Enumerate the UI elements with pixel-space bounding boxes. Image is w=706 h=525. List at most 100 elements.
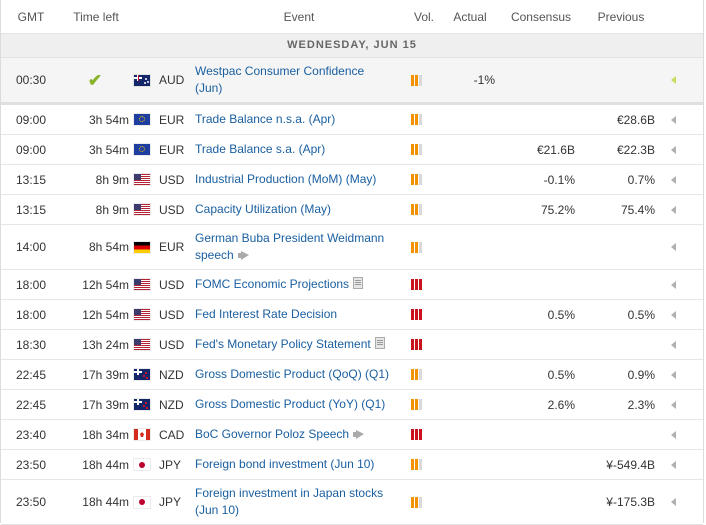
- table-row[interactable]: 23:50 18h 44m JPY Foreign investment in Jap…: [1, 480, 703, 525]
- table-row[interactable]: 00:30 ✔ AUD Westpac Consumer Confidence (Jun…: [1, 58, 703, 105]
- header-actual[interactable]: Actual: [439, 10, 501, 24]
- event-title[interactable]: Trade Balance s.a. (Apr): [195, 142, 325, 156]
- previous-value: 0.5%: [627, 307, 655, 322]
- table-row[interactable]: 23:40 18h 34m CAD BoC Governor Poloz Speech: [1, 420, 703, 450]
- expand-button[interactable]: [655, 76, 691, 84]
- header-time-left[interactable]: Time left: [61, 10, 131, 24]
- table-row[interactable]: 18:00 12h 54m USD Fed Interest Rate Decisio…: [1, 300, 703, 330]
- completed-check: ✔: [61, 72, 129, 89]
- time-left: 17h 39m: [82, 397, 129, 412]
- previous-value: 0.7%: [627, 172, 655, 187]
- table-row[interactable]: 22:45 17h 39m NZD Gross Domestic Product (Y…: [1, 390, 703, 420]
- table-row[interactable]: 22:45 17h 39m NZD Gross Domestic Product (Q…: [1, 360, 703, 390]
- table-row[interactable]: 13:15 8h 9m USD Industrial Production (MoM)…: [1, 165, 703, 195]
- header-consensus[interactable]: Consensus: [501, 10, 581, 24]
- event-title[interactable]: FOMC Economic Projections: [195, 277, 349, 291]
- expand-button[interactable]: [655, 280, 691, 289]
- event-time: 00:30: [15, 73, 47, 87]
- expand-button[interactable]: [655, 115, 691, 124]
- event-title[interactable]: Gross Domestic Product (QoQ) (Q1): [195, 367, 389, 381]
- event-name[interactable]: Gross Domestic Product (QoQ) (Q1): [191, 366, 401, 383]
- event-name[interactable]: BoC Governor Poloz Speech: [191, 426, 401, 443]
- expand-button[interactable]: [655, 460, 691, 469]
- caret-left-icon: [670, 280, 676, 289]
- previous-value: ¥-549.4B: [606, 457, 655, 472]
- event-title[interactable]: Foreign investment in Japan stocks: [195, 486, 383, 500]
- event-title[interactable]: Capacity Utilization (May): [195, 202, 331, 216]
- volatility-bars-icon: [410, 114, 422, 125]
- event-title[interactable]: Trade Balance n.s.a. (Apr): [195, 112, 335, 126]
- document-icon[interactable]: [374, 337, 385, 349]
- event-title[interactable]: Westpac Consumer Confidence: [195, 64, 364, 78]
- event-name[interactable]: Gross Domestic Product (YoY) (Q1): [191, 396, 401, 413]
- event-time: 23:50: [15, 457, 47, 472]
- table-row[interactable]: 09:00 3h 54m EUR Trade Balance s.a. (Apr) €2…: [1, 135, 703, 165]
- volatility-indicator: [401, 74, 431, 86]
- event-name[interactable]: Fed's Monetary Policy Statement: [191, 336, 401, 353]
- event-name[interactable]: Fed Interest Rate Decision: [191, 306, 401, 323]
- megaphone-icon: [353, 430, 365, 439]
- document-icon[interactable]: [353, 277, 364, 289]
- expand-button[interactable]: [655, 370, 691, 379]
- header-event[interactable]: Event: [189, 10, 409, 24]
- event-time: 18:30: [15, 337, 47, 352]
- caret-left-icon: [670, 460, 676, 469]
- expand-button[interactable]: [655, 400, 691, 409]
- volatility-indicator: [401, 429, 431, 440]
- event-list: 00:30 ✔ AUD Westpac Consumer Confidence (Jun…: [1, 58, 703, 525]
- caret-left-icon: [670, 498, 676, 506]
- flag-jp-icon: [134, 459, 150, 470]
- header-gmt[interactable]: GMT: [1, 10, 61, 24]
- previous-value: €28.6B: [616, 112, 655, 127]
- previous-value: €22.3B: [616, 142, 655, 157]
- caret-left-icon: [670, 400, 676, 409]
- table-row[interactable]: 09:00 3h 54m EUR Trade Balance n.s.a. (Apr)…: [1, 105, 703, 135]
- header-previous[interactable]: Previous: [581, 10, 661, 24]
- event-name[interactable]: Foreign investment in Japan stocks (Jun 1…: [191, 485, 401, 519]
- table-row[interactable]: 13:15 8h 9m USD Capacity Utilization (May) 7…: [1, 195, 703, 225]
- event-title-cont[interactable]: (Jun 10): [195, 503, 239, 517]
- volatility-bars-icon: [410, 204, 422, 215]
- expand-button[interactable]: [655, 205, 691, 214]
- table-row[interactable]: 23:50 18h 44m JPY Foreign bond investment (…: [1, 450, 703, 480]
- event-name[interactable]: Industrial Production (MoM) (May): [191, 171, 401, 188]
- event-name[interactable]: Westpac Consumer Confidence (Jun): [191, 63, 401, 97]
- currency: USD: [159, 277, 185, 292]
- event-title[interactable]: Foreign bond investment (Jun 10): [195, 457, 374, 471]
- event-title[interactable]: BoC Governor Poloz Speech: [195, 427, 349, 441]
- event-name[interactable]: German Buba President Weidmann speech: [191, 230, 401, 264]
- caret-left-icon: [670, 115, 676, 124]
- event-name[interactable]: Foreign bond investment (Jun 10): [191, 456, 401, 473]
- checkmark-icon: ✔: [87, 70, 103, 90]
- event-time: 09:00: [15, 112, 47, 127]
- volatility-bars-icon: [410, 429, 422, 440]
- time-left: 3h 54m: [88, 142, 129, 157]
- event-name[interactable]: Trade Balance n.s.a. (Apr): [191, 111, 401, 128]
- expand-button[interactable]: [655, 310, 691, 319]
- flag-us-icon: [134, 204, 150, 215]
- event-title-cont[interactable]: (Jun): [195, 81, 222, 95]
- event-name[interactable]: Trade Balance s.a. (Apr): [191, 141, 401, 158]
- expand-button[interactable]: [655, 175, 691, 184]
- event-title[interactable]: Gross Domestic Product (YoY) (Q1): [195, 397, 385, 411]
- event-time: 18:00: [15, 277, 47, 292]
- header-vol[interactable]: Vol.: [409, 10, 439, 24]
- table-row[interactable]: 18:30 13h 24m USD Fed's Monetary Policy Sta…: [1, 330, 703, 360]
- expand-button[interactable]: [655, 430, 691, 439]
- event-title[interactable]: Industrial Production (MoM) (May): [195, 172, 376, 186]
- event-name[interactable]: FOMC Economic Projections: [191, 276, 401, 293]
- table-row[interactable]: 14:00 8h 54m EUR German Buba President Weid…: [1, 225, 703, 270]
- expand-button[interactable]: [655, 145, 691, 154]
- event-title[interactable]: German Buba President Weidmann: [195, 231, 384, 245]
- volatility-indicator: [401, 144, 431, 155]
- event-title[interactable]: Fed Interest Rate Decision: [195, 307, 337, 321]
- currency: JPY: [159, 495, 182, 509]
- table-row[interactable]: 18:00 12h 54m USD FOMC Economic Projections: [1, 270, 703, 300]
- expand-button[interactable]: [655, 243, 691, 251]
- event-title-cont[interactable]: speech: [195, 248, 234, 262]
- expand-button[interactable]: [655, 498, 691, 506]
- event-name[interactable]: Capacity Utilization (May): [191, 201, 401, 218]
- table-header: GMT Time left Event Vol. Actual Consensu…: [1, 0, 703, 34]
- event-title[interactable]: Fed's Monetary Policy Statement: [195, 337, 371, 351]
- expand-button[interactable]: [655, 340, 691, 349]
